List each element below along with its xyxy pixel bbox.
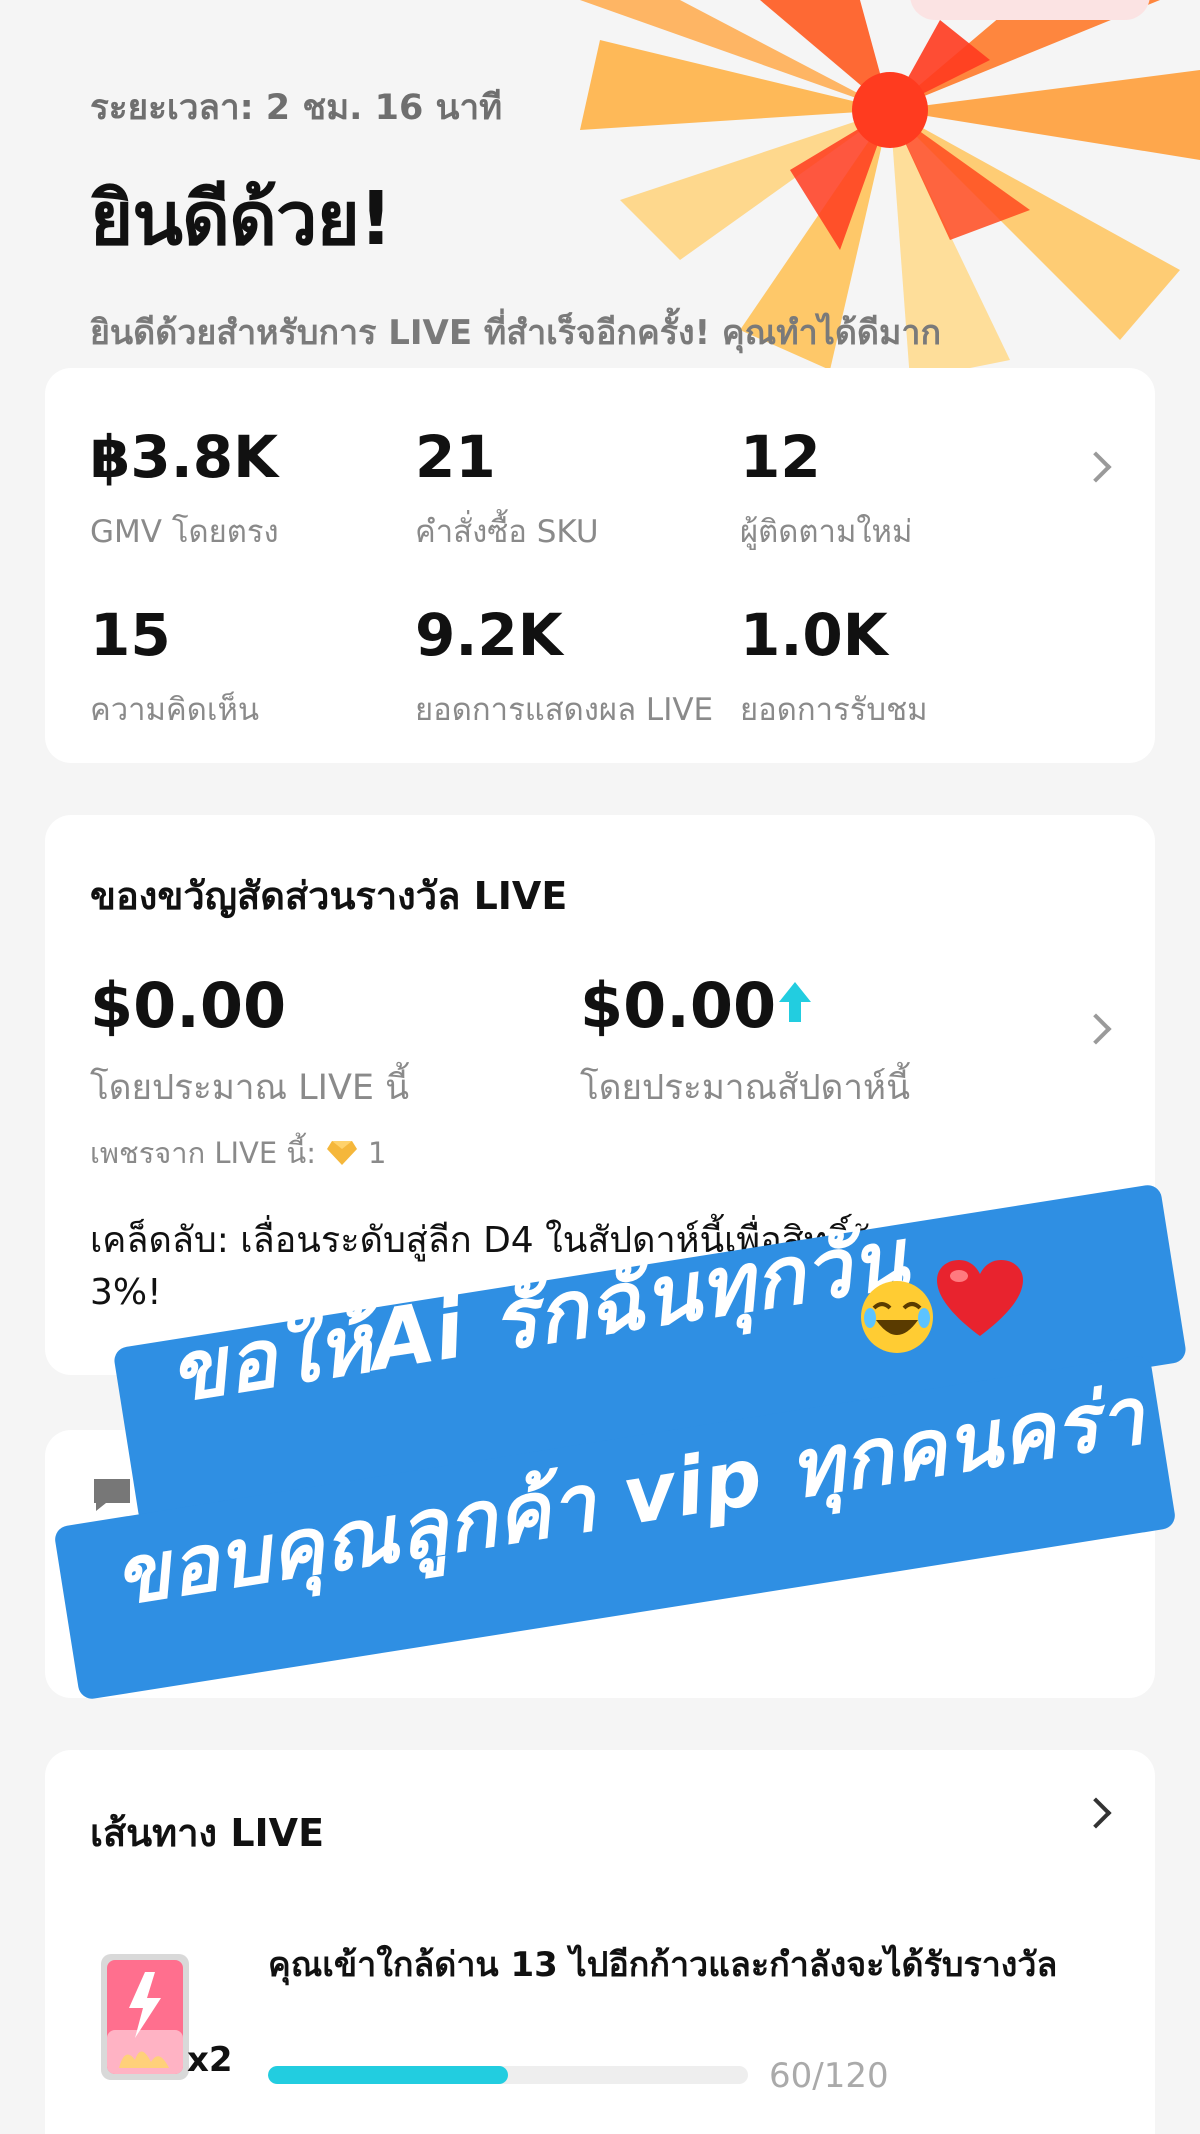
live-reward-card[interactable]: ของขวัญสัดส่วนรางวัล LIVE $0.00 โดยประมา… [45, 815, 1155, 1375]
engagement-text: นเอกับผู้ชมและสร้างรายได้จากทักษะ [165, 1558, 704, 1598]
live-reward-amount: $0.00 [90, 969, 287, 1042]
stat-live-impressions: 9.2K ยอดการแสดงผล LIVE [415, 606, 735, 734]
reward-title: ของขวัญสัดส่วนรางวัล LIVE [90, 874, 568, 918]
arrow-up-icon [779, 982, 811, 1022]
stat-label: ยอดการแสดงผล LIVE [415, 692, 714, 728]
reward-tip: เคล็ดลับ: เลื่อนระดับสู่ลีก D4 ในสัปดาห์… [90, 1220, 1063, 1314]
stat-label: ผู้ติดตามใหม่ [740, 514, 913, 550]
route-title: เส้นทาง LIVE [90, 1811, 325, 1855]
page-title: ยินดีด้วย! [90, 176, 393, 262]
stat-value: 9.2K [415, 601, 563, 669]
week-reward-label: โดยประมาณสัปดาห์นี้ [580, 1068, 911, 1108]
chevron-right-icon[interactable] [1080, 451, 1112, 483]
diamond-count: 1 [368, 1136, 387, 1170]
engagement-card[interactable]: นเอกับผู้ชมและสร้างรายได้จากทักษะ [45, 1430, 1155, 1698]
stat-value: 21 [415, 423, 496, 491]
reward-card-icon [101, 1954, 189, 2080]
stat-sku-orders: 21 คำสั่งซื้อ SKU [415, 428, 735, 556]
diamond-line: เพชรจาก LIVE นี้: 1 [90, 1130, 386, 1176]
stat-label: คำสั่งซื้อ SKU [415, 514, 599, 550]
congrats-subtitle: ยินดีด้วยสำหรับการ LIVE ที่สำเร็จอีกครั้… [90, 313, 942, 353]
chevron-right-icon[interactable] [1080, 1490, 1112, 1522]
stat-label: ยอดการรับชม [740, 692, 928, 728]
stat-value: 15 [90, 601, 171, 669]
chevron-right-icon[interactable] [1080, 1013, 1112, 1045]
level-progress-fill [268, 2066, 508, 2084]
stat-label: GMV โดยตรง [90, 514, 279, 550]
stat-new-followers: 12 ผู้ติดตามใหม่ [740, 428, 1060, 556]
route-message: คุณเข้าใกล้ด่าน 13 ไปอีกก้าวและกำลังจะได… [268, 1945, 1058, 1985]
level-progress-text: 60/120 [769, 2056, 889, 2096]
diamond-icon [327, 1141, 358, 1165]
stat-value: 12 [740, 423, 821, 491]
stat-value: 1.0K [740, 601, 888, 669]
summary-header: ระยะเวลา: 2 ชม. 16 นาที ยินดีด้วย! ยินดี… [90, 80, 1130, 359]
level-progress-bar [268, 2066, 748, 2084]
chevron-right-icon[interactable] [1080, 1797, 1112, 1829]
live-duration: ระยะเวลา: 2 ชม. 16 นาที [90, 88, 503, 128]
stat-views: 1.0K ยอดการรับชม [740, 606, 1060, 734]
reward-multiplier: x2 [187, 2040, 233, 2080]
chat-icon [94, 1479, 130, 1511]
diamond-label: เพชรจาก LIVE นี้: [90, 1136, 317, 1170]
stat-value: ฿3.8K [90, 423, 279, 491]
week-reward-amount: $0.00 [580, 969, 777, 1042]
live-stats-card[interactable]: ฿3.8K GMV โดยตรง 21 คำสั่งซื้อ SKU 12 ผู… [45, 368, 1155, 763]
top-pill-decoration [910, 0, 1150, 20]
live-route-card[interactable]: เส้นทาง LIVE x2 คุณเข้าใกล้ด่าน 13 ไปอีก… [45, 1750, 1155, 2134]
stat-comments: 15 ความคิดเห็น [90, 606, 410, 734]
stat-label: ความคิดเห็น [90, 692, 260, 728]
stat-gmv: ฿3.8K GMV โดยตรง [90, 428, 410, 556]
live-reward-label: โดยประมาณ LIVE นี้ [90, 1068, 410, 1108]
